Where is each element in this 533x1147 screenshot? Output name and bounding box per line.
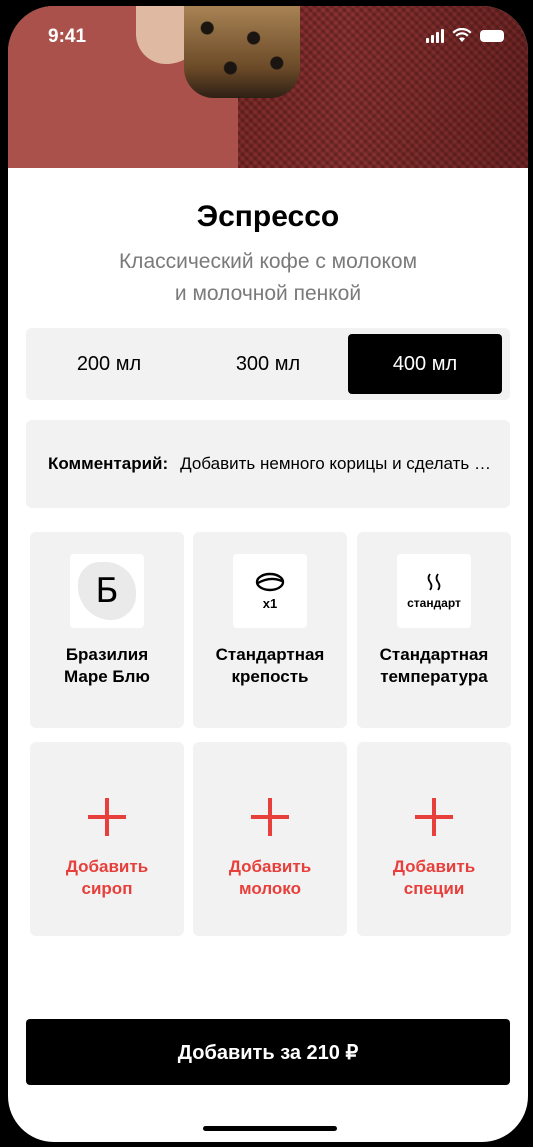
option-label: температура [380,667,488,686]
comment-label: Комментарий: [48,454,169,473]
cellular-signal-icon [426,28,444,43]
brazil-map-icon: Б [70,554,144,628]
strength-option[interactable]: x1 Стандартная крепость [193,532,347,728]
size-option-200[interactable]: 200 мл [32,334,186,394]
size-selector: 200 мл 300 мл 400 мл [26,328,510,400]
add-spices-button[interactable]: Добавить специи [357,742,511,936]
plus-icon [88,798,126,836]
battery-icon [480,29,504,42]
option-label: Стандартная [215,645,325,664]
comment-field[interactable]: Комментарий: Добавить немного корицы и с… [26,420,510,508]
coffee-bean-icon: x1 [233,554,307,628]
status-time: 9:41 [48,26,87,47]
bean-origin-option[interactable]: Б Бразилия Маре Блю [30,532,184,728]
add-to-cart-button[interactable]: Добавить за 210 ₽ [26,1019,510,1085]
home-indicator [203,1126,337,1131]
option-label: крепость [231,667,309,686]
option-label: Бразилия [65,645,149,664]
temperature-option[interactable]: стандарт Стандартная температура [357,532,511,728]
plus-icon [251,798,289,836]
product-title: Эспрессо [196,200,340,233]
product-subtitle: Классический кофе с молоком и молочной п… [118,250,418,305]
wifi-icon [452,28,472,42]
add-syrup-button[interactable]: Добавить сироп [30,742,184,936]
add-milk-button[interactable]: Добавить молоко [193,742,347,936]
screen: 9:41 Эспрессо Классический кофе с молоко… [8,6,528,1142]
comment-value: Добавить немного корицы и сделать покреп… [180,454,501,473]
option-label: Стандартная [379,645,489,664]
device-frame: 9:41 Эспрессо Классический кофе с молоко… [0,0,533,1147]
size-option-400[interactable]: 400 мл [348,334,502,394]
option-label: Маре Блю [64,667,150,686]
status-bar: 9:41 [8,6,528,66]
plus-icon [415,798,453,836]
steam-icon: стандарт [397,554,471,628]
size-option-300[interactable]: 300 мл [191,334,345,394]
